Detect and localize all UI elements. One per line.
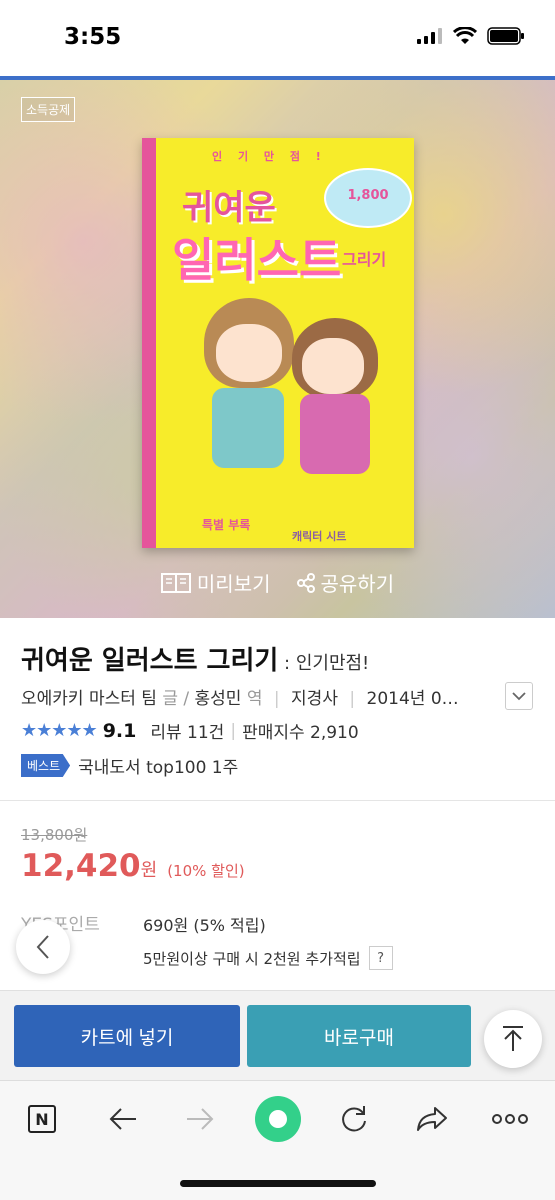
refresh-button[interactable]: [332, 1097, 376, 1141]
cover-tag: 인 기 만 점 !: [212, 150, 327, 163]
cover-illustration-girl1-face: [216, 324, 282, 382]
battery-icon: [487, 27, 524, 45]
preview-label: 미리보기: [196, 572, 271, 596]
best-rank-text[interactable]: 국내도서 top100 1주: [78, 753, 238, 778]
buy-now-button[interactable]: 바로구매: [247, 1005, 471, 1067]
cover-illustration-girl2-body: [300, 394, 370, 474]
share-icon: [296, 572, 315, 593]
wifi-icon: [453, 27, 477, 44]
share-label: 공유하기: [320, 572, 395, 596]
browser-back-button[interactable]: [101, 1097, 145, 1141]
cover-bottom-label: 특별 부록: [202, 518, 251, 532]
publish-date: 2014년 0…: [366, 689, 459, 709]
chevron-left-icon: [36, 935, 49, 959]
arrow-left-icon: [109, 1108, 136, 1130]
back-button[interactable]: [16, 920, 70, 974]
cover-title-line2: 일러스트: [172, 233, 342, 287]
scroll-top-button[interactable]: [484, 1010, 542, 1068]
cover-illustration-girl2-face: [302, 338, 364, 394]
sales-index: 판매지수 2,910: [242, 723, 359, 743]
refresh-icon: [342, 1106, 366, 1132]
points-note-text: 5만원이상 구매 시 2천원 추가적립: [143, 949, 361, 968]
author-link[interactable]: 오에카키 마스터 팀: [21, 689, 157, 709]
home-indicator: [180, 1180, 376, 1187]
translator-link[interactable]: 홍성민: [195, 689, 242, 709]
purchase-bar: 카트에 넣기 바로구매: [0, 990, 555, 1080]
rating-stars: ★★★★★: [21, 720, 98, 741]
review-count-link[interactable]: 리뷰 11건: [150, 718, 224, 743]
cover-illustration-girl1-body: [212, 388, 284, 468]
status-time: 3:55: [64, 24, 122, 50]
status-icons: [417, 27, 525, 45]
points-note: 5만원이상 구매 시 2천원 추가적립 ?: [143, 946, 393, 970]
sale-price-unit: 원: [140, 860, 158, 881]
sale-price-row: 12,420 원 (10% 할인): [21, 848, 245, 884]
share-button[interactable]: 공유하기: [296, 568, 395, 597]
best-badge: 베스트: [21, 754, 71, 777]
translator-role: 역: [246, 689, 263, 709]
green-dot-button[interactable]: [255, 1096, 301, 1142]
share-arrow-icon: [417, 1107, 447, 1131]
book-open-icon: [160, 572, 191, 593]
cover-bottom-label2: 캐릭터 시트: [292, 530, 347, 543]
share-page-button[interactable]: [410, 1097, 454, 1141]
section-divider: [0, 800, 555, 801]
publisher-link[interactable]: 지경사: [291, 689, 338, 709]
signal-icon: [417, 28, 442, 44]
author-role: 글: [162, 689, 178, 709]
browser-forward-button[interactable]: [178, 1097, 222, 1141]
n-logo-icon: N: [28, 1105, 56, 1133]
product-title: 귀여운 일러스트 그리기 : 인기만점!: [21, 640, 369, 677]
cover-spine: [142, 138, 156, 548]
green-dot-icon: [269, 1110, 287, 1128]
cover-title-line1: 귀여운: [182, 188, 276, 228]
more-icon: [492, 1114, 528, 1124]
chevron-down-icon: [512, 692, 526, 701]
more-button[interactable]: [488, 1097, 532, 1141]
rating-row: ★★★★★ 9.1 리뷰 11건 | 판매지수 2,910: [21, 718, 359, 744]
tax-deduction-badge: 소득공제: [21, 97, 76, 122]
expand-details-button[interactable]: [505, 682, 533, 710]
add-to-cart-button[interactable]: 카트에 넣기: [14, 1005, 240, 1067]
naver-home-button[interactable]: N: [20, 1097, 64, 1141]
cover-title-line3: 그리기: [342, 250, 387, 269]
points-value: 690원 (5% 적립): [143, 916, 266, 935]
preview-button[interactable]: 미리보기: [160, 568, 271, 597]
cover-bubble: 1,800: [324, 168, 412, 228]
rating-score: 9.1: [102, 719, 137, 742]
best-row: 베스트 국내도서 top100 1주: [21, 753, 238, 778]
status-bar: 3:55: [0, 0, 555, 76]
sale-price: 12,420: [21, 848, 141, 884]
book-cover[interactable]: 인 기 만 점 ! 귀여운 일러스트 그리기 1,800 특별 부록 캐릭터 시…: [142, 138, 414, 548]
points-help-button[interactable]: ?: [368, 946, 393, 970]
arrow-right-icon: [187, 1108, 214, 1130]
original-price: 13,800원: [21, 826, 88, 844]
hero-actions: 미리보기 공유하기: [0, 568, 555, 597]
arrow-up-icon: [503, 1026, 523, 1051]
product-subtitle: : 인기만점!: [278, 653, 370, 674]
author-row: 오에카키 마스터 팀 글 / 홍성민 역 | 지경사 | 2014년 0…: [21, 689, 459, 709]
product-title-main: 귀여운 일러스트 그리기: [21, 646, 279, 676]
discount-rate: (10% 할인): [167, 862, 245, 880]
